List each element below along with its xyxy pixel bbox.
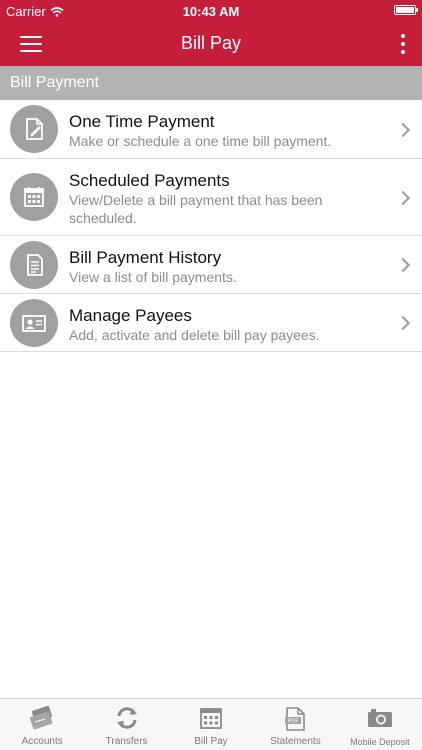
- item-title: One Time Payment: [69, 112, 215, 131]
- camera-icon: [366, 706, 394, 735]
- item-title: Manage Payees: [69, 306, 192, 325]
- chevron-right-icon: [395, 315, 411, 331]
- tab-statements[interactable]: PDF Statements: [253, 699, 337, 750]
- item-title: Bill Payment History: [69, 248, 222, 267]
- item-description: Add, activate and delete bill pay payees…: [69, 327, 320, 343]
- svg-text:PDF: PDF: [288, 719, 299, 725]
- page-title: Bill Pay: [180, 33, 242, 53]
- tab-label: Statements: [270, 736, 321, 747]
- bottom-tab-bar: Accounts Transfers Bill Pay PDF Statemen…: [0, 698, 422, 750]
- document-edit-icon: [10, 105, 58, 153]
- list-item-manage-payees[interactable]: Manage Payees Add, activate and delete b…: [0, 294, 422, 352]
- list-item-bill-payment-history[interactable]: Bill Payment History View a list of bill…: [0, 236, 422, 294]
- cards-icon: [27, 705, 57, 735]
- item-description: View/Delete a bill payment that has been…: [69, 191, 392, 227]
- chevron-right-icon: [395, 190, 411, 206]
- tab-bill-pay[interactable]: Bill Pay: [169, 699, 253, 750]
- pdf-document-icon: PDF: [283, 706, 307, 737]
- section-header: Bill Payment: [0, 66, 422, 100]
- app-header: Carrier 10:43 AM Bill Pay: [0, 0, 422, 66]
- chevron-right-icon: [395, 257, 411, 273]
- calendar-icon: [10, 173, 58, 221]
- document-list-icon: [10, 241, 58, 289]
- id-card-icon: [10, 299, 58, 347]
- status-bar: Carrier 10:43 AM: [0, 0, 422, 22]
- item-title: Scheduled Payments: [69, 171, 230, 190]
- bill-pay-menu-list: One Time Payment Make or schedule a one …: [0, 100, 422, 352]
- list-item-scheduled-payments[interactable]: Scheduled Payments View/Delete a bill pa…: [0, 159, 422, 236]
- tab-label: Mobile Deposit: [350, 737, 410, 747]
- vertical-dots-icon[interactable]: [398, 34, 408, 54]
- tab-accounts[interactable]: Accounts: [0, 699, 84, 750]
- tab-label: Transfers: [105, 736, 148, 747]
- tab-transfers[interactable]: Transfers: [84, 699, 168, 750]
- tab-mobile-deposit[interactable]: Mobile Deposit: [338, 699, 422, 750]
- battery-icon: [394, 5, 418, 15]
- nav-bar: Bill Pay: [0, 22, 422, 66]
- item-description-line: View/Delete a bill payment that has been: [69, 192, 323, 208]
- list-item-one-time-payment[interactable]: One Time Payment Make or schedule a one …: [0, 100, 422, 159]
- calendar-icon: [199, 706, 223, 735]
- item-description: View a list of bill payments.: [69, 269, 237, 285]
- chevron-right-icon: [395, 122, 411, 138]
- status-time: 10:43 AM: [182, 4, 240, 19]
- tab-label: Accounts: [21, 736, 63, 747]
- tab-label: Bill Pay: [194, 736, 228, 747]
- item-description: Make or schedule a one time bill payment…: [69, 133, 332, 149]
- refresh-arrows-icon: [114, 706, 140, 735]
- item-description-line: scheduled.: [69, 210, 137, 226]
